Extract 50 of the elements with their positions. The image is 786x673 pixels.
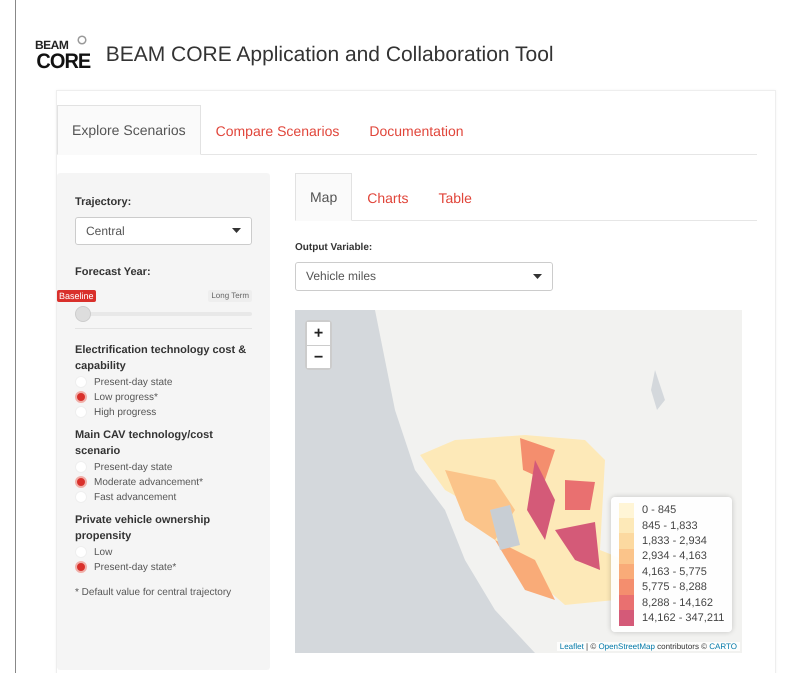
trajectory-select[interactable]: Central (75, 216, 252, 245)
radio-label[interactable]: High progress (94, 406, 156, 418)
legend-label: 5,775 - 8,288 (642, 581, 707, 594)
radio-label[interactable]: Present-day state (94, 462, 172, 473)
legend-label: 2,934 - 4,163 (642, 550, 707, 562)
field-label: Forecast Year: (75, 264, 152, 280)
tab[interactable]: Explore Scenarios (57, 105, 201, 155)
radio-label[interactable]: Moderate advancement* (94, 476, 203, 488)
tab[interactable]: Compare Scenarios (200, 105, 354, 155)
legend-label: 1,833 - 2,934 (642, 534, 707, 547)
logo-text: BEAM (35, 38, 68, 50)
radio-group-label: Main CAV technology/cost scenario (75, 428, 214, 459)
zoom-out-button[interactable]: − (307, 344, 330, 368)
legend-label: 4,163 - 5,775 (642, 566, 707, 578)
tab[interactable]: Map (295, 173, 352, 221)
radio-label[interactable]: Fast advancement (94, 492, 176, 503)
slider-max-label: Long Term (208, 290, 252, 302)
tab[interactable]: Documentation (354, 105, 479, 155)
logo-text: CORE (36, 50, 90, 72)
caret-icon (533, 274, 542, 278)
tab[interactable]: Table (423, 173, 487, 221)
radio-group-label: Private vehicle ownership propensity (75, 512, 212, 544)
legend-label: 8,288 - 14,162 (642, 596, 713, 609)
footnote: * Default value for central trajectory (75, 586, 232, 598)
legend-label: 14,162 - 347,211 (642, 612, 724, 624)
attribution-text: contributors © (656, 642, 708, 650)
field-label: Output Variable: (295, 241, 374, 255)
app-title: BEAM CORE Application and Collaboration Tool (106, 43, 554, 67)
radio-label[interactable]: Present-day state* (94, 562, 176, 572)
legend-label: 0 - 845 (642, 504, 676, 516)
caret-icon (232, 228, 241, 234)
radio-button[interactable] (75, 561, 87, 573)
radio-label[interactable]: Present-day state (94, 376, 172, 388)
slider-handle[interactable] (75, 306, 91, 322)
radio-label[interactable]: Low (94, 546, 112, 558)
radio-label[interactable]: Low progress* (94, 392, 158, 403)
attribution-text: | © (585, 642, 598, 650)
field-label: Trajectory: (75, 195, 132, 210)
ring-icon (77, 34, 87, 44)
output-variable-select[interactable]: Vehicle miles (295, 262, 553, 290)
slider-min-label: Baseline (57, 290, 96, 302)
attribution-link[interactable]: Leaflet (560, 642, 584, 650)
radio-button[interactable] (75, 391, 87, 404)
radio-button[interactable] (75, 476, 87, 488)
radio-group-label: Electrification technology cost & capability (75, 342, 248, 374)
year-slider[interactable] (75, 306, 252, 322)
legend-label: 845 - 1,833 (642, 520, 698, 532)
attribution-link[interactable]: CARTO (709, 642, 737, 650)
tab[interactable]: Charts (352, 173, 424, 221)
attribution-link[interactable]: OpenStreetMap (598, 642, 655, 650)
